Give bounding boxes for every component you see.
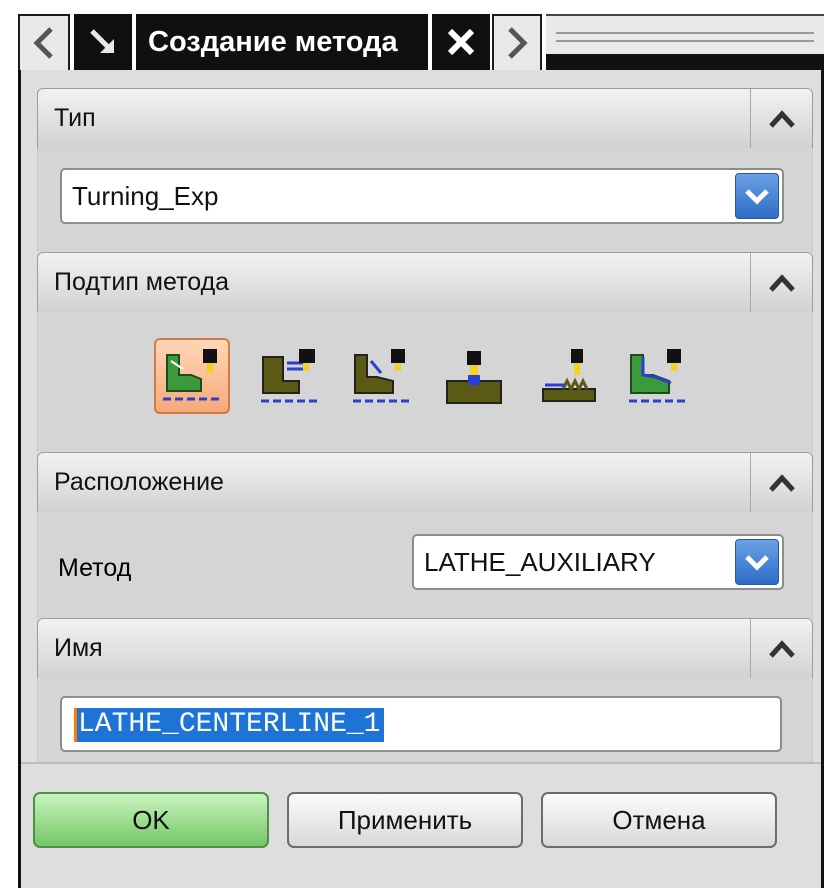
pin-button[interactable] [74, 14, 132, 70]
previous-tab-button[interactable] [18, 14, 70, 70]
ok-button[interactable]: OK [33, 792, 269, 848]
grip-line [556, 40, 814, 42]
apply-button[interactable]: Применить [287, 792, 523, 848]
text-caret [74, 708, 77, 742]
type-section-header[interactable]: Тип [37, 88, 813, 149]
grip-line [556, 32, 814, 34]
chevron-left-icon [33, 27, 53, 59]
chevron-up-icon [768, 110, 795, 128]
subtype-option-4[interactable] [436, 338, 512, 414]
chevron-up-icon [768, 474, 795, 492]
name-section-title: Имя [54, 634, 103, 662]
subtype-option-6[interactable] [620, 338, 696, 414]
location-section-header[interactable]: Расположение [37, 452, 813, 513]
pin-arrow-icon [90, 29, 114, 53]
subtype-option-2[interactable] [252, 338, 328, 414]
type-dropdown[interactable]: Turning_Exp [60, 168, 784, 224]
chevron-down-icon [745, 555, 769, 571]
cancel-button[interactable]: Отмена [541, 792, 777, 848]
dialog-title: Создание метода [136, 14, 428, 70]
centerline-drilling-icon [163, 349, 221, 401]
subtype-option-1[interactable] [154, 338, 230, 414]
type-dropdown-value: Turning_Exp [72, 180, 219, 211]
name-section-header[interactable]: Имя [37, 618, 813, 679]
dialog-tab-strip: Создание метода [0, 0, 824, 72]
type-section-title: Тип [54, 104, 96, 132]
chevron-right-icon [508, 27, 528, 59]
method-dropdown[interactable]: LATHE_AUXILIARY [412, 534, 784, 590]
dropdown-arrow-button[interactable] [735, 173, 779, 219]
dialog-button-bar: OK Применить Отмена [21, 762, 821, 888]
title-drag-bar[interactable] [546, 14, 824, 72]
rough-turning-icon [353, 349, 411, 403]
location-section: Расположение Метод LATHE_AUXILIARY [37, 452, 813, 618]
name-input[interactable]: LATHE_CENTERLINE_1 [60, 696, 782, 752]
subtype-option-5[interactable] [530, 338, 606, 414]
subtype-section: Подтип метода [37, 252, 813, 452]
type-section-body: Turning_Exp [37, 148, 813, 252]
type-section: Тип Turning_Exp [37, 88, 813, 252]
grooving-icon [446, 351, 502, 404]
chevron-up-icon [768, 274, 795, 292]
subtype-icon-row [38, 338, 812, 416]
chevron-up-icon [768, 640, 795, 658]
method-dropdown-value: LATHE_AUXILIARY [424, 546, 656, 577]
facing-icon [261, 349, 319, 403]
chevron-down-icon [745, 189, 769, 205]
subtype-option-3[interactable] [344, 338, 420, 414]
next-tab-button[interactable] [492, 14, 542, 70]
dropdown-arrow-button[interactable] [735, 539, 779, 585]
name-section: Имя LATHE_CENTERLINE_1 [37, 618, 813, 780]
subtype-section-title: Подтип метода [54, 268, 230, 296]
close-icon [447, 28, 475, 56]
finish-turning-icon [629, 349, 687, 403]
location-section-title: Расположение [54, 468, 224, 496]
subtype-section-header[interactable]: Подтип метода [37, 252, 813, 313]
type-collapse-button[interactable] [750, 89, 812, 149]
name-collapse-button[interactable] [750, 619, 812, 679]
subtype-section-body [37, 312, 813, 452]
location-collapse-button[interactable] [750, 453, 812, 513]
threading-icon [542, 349, 596, 402]
subtype-collapse-button[interactable] [750, 253, 812, 313]
close-button[interactable] [432, 14, 490, 70]
method-label: Метод [58, 554, 132, 582]
name-input-value: LATHE_CENTERLINE_1 [74, 708, 385, 742]
location-section-body: Метод LATHE_AUXILIARY [37, 512, 813, 618]
create-method-dialog: Тип Turning_Exp Подтип метода Расположен… [18, 70, 824, 888]
